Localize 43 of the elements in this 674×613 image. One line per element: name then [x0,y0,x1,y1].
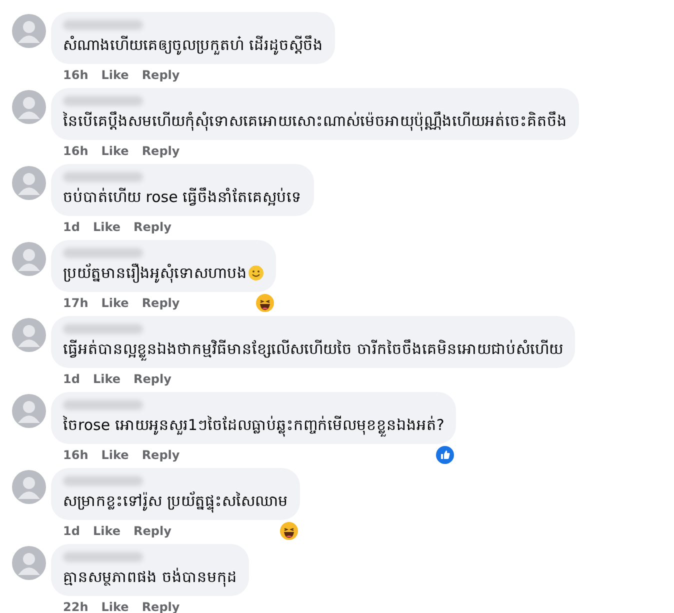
like-link[interactable]: Like [101,68,129,82]
comment-time: 1d [63,220,80,234]
avatar-icon[interactable] [12,242,46,276]
avatar-icon[interactable] [12,318,46,352]
comment-time: 17h [63,296,88,310]
reply-link[interactable]: Reply [142,68,180,82]
avatar-icon[interactable] [12,394,46,428]
comment-text: សំណាងហើយគេឲ្យចូលប្រកួតហ៎ ដើរដូចស្ដីចឹង [63,34,323,56]
avatar-icon[interactable] [12,166,46,200]
reply-link[interactable]: Reply [142,296,180,310]
like-link[interactable]: Like [92,220,121,234]
comment-text: ធ្វើអត់បានល្អខ្លួនឯងថាកម្មវិធីមានខ្សែលើសហើយចៃ ចារីកចៃចឹងគេមិនអោយជាប់សំហើយ [63,338,563,360]
reply-link[interactable]: Reply [142,448,180,462]
reply-link[interactable]: Reply [134,524,172,538]
comment-time: 16h [63,68,88,82]
comment-text: ចប់បាត់ហើយ rose ធ្វើចឹងនាំតែគេស្អប់ទេ [63,186,302,208]
comment-time: 16h [63,448,88,462]
comment-text: គ្មានសម្ថភាពផង ចង់បានមកុដ [63,566,237,588]
comment-time: 1d [63,524,80,538]
like-link[interactable]: Like [101,144,129,158]
thumbs-up-icon[interactable] [436,446,454,464]
like-link[interactable]: Like [101,600,129,613]
like-link[interactable]: Like [92,524,121,538]
haha-reaction-icon[interactable] [280,522,298,540]
haha-reaction-icon[interactable] [256,294,274,312]
comment-time: 16h [63,144,88,158]
avatar-icon[interactable] [12,546,46,580]
like-link[interactable]: Like [92,372,121,386]
avatar-icon[interactable] [12,470,46,504]
comment-text: នៃបើគេប្ដឹងសមហើយកុំសុំទោសគេអោយសោះណាស់ម៉េចអាយុប៉ុណ្ណឹងហើយអត់ចេះគិតចឹង [63,110,567,132]
comment-text: សម្រាកខ្លះទៅរ៉ូស ប្រយ័ត្នផ្ទុះសសៃឈាម [63,490,288,512]
smiley-icon [248,265,264,281]
like-link[interactable]: Like [101,296,129,310]
comment-time: 22h [63,600,88,613]
comment-time: 1d [63,372,80,386]
comment-text: ចៃrose អោយអូនសួរ1ៗចៃដែលធ្លាប់ឆ្លុះកញ្ចក់មើលមុខខ្លួនឯងអត់? [63,414,444,436]
like-link[interactable]: Like [101,448,129,462]
reply-link[interactable]: Reply [142,144,180,158]
reply-link[interactable]: Reply [134,372,172,386]
comment-text: ប្រយ័ត្នមានរឿងអូសុំទោសហាបង [63,262,247,284]
reply-link[interactable]: Reply [134,220,172,234]
avatar-icon[interactable] [12,14,46,48]
avatar-icon[interactable] [12,90,46,124]
